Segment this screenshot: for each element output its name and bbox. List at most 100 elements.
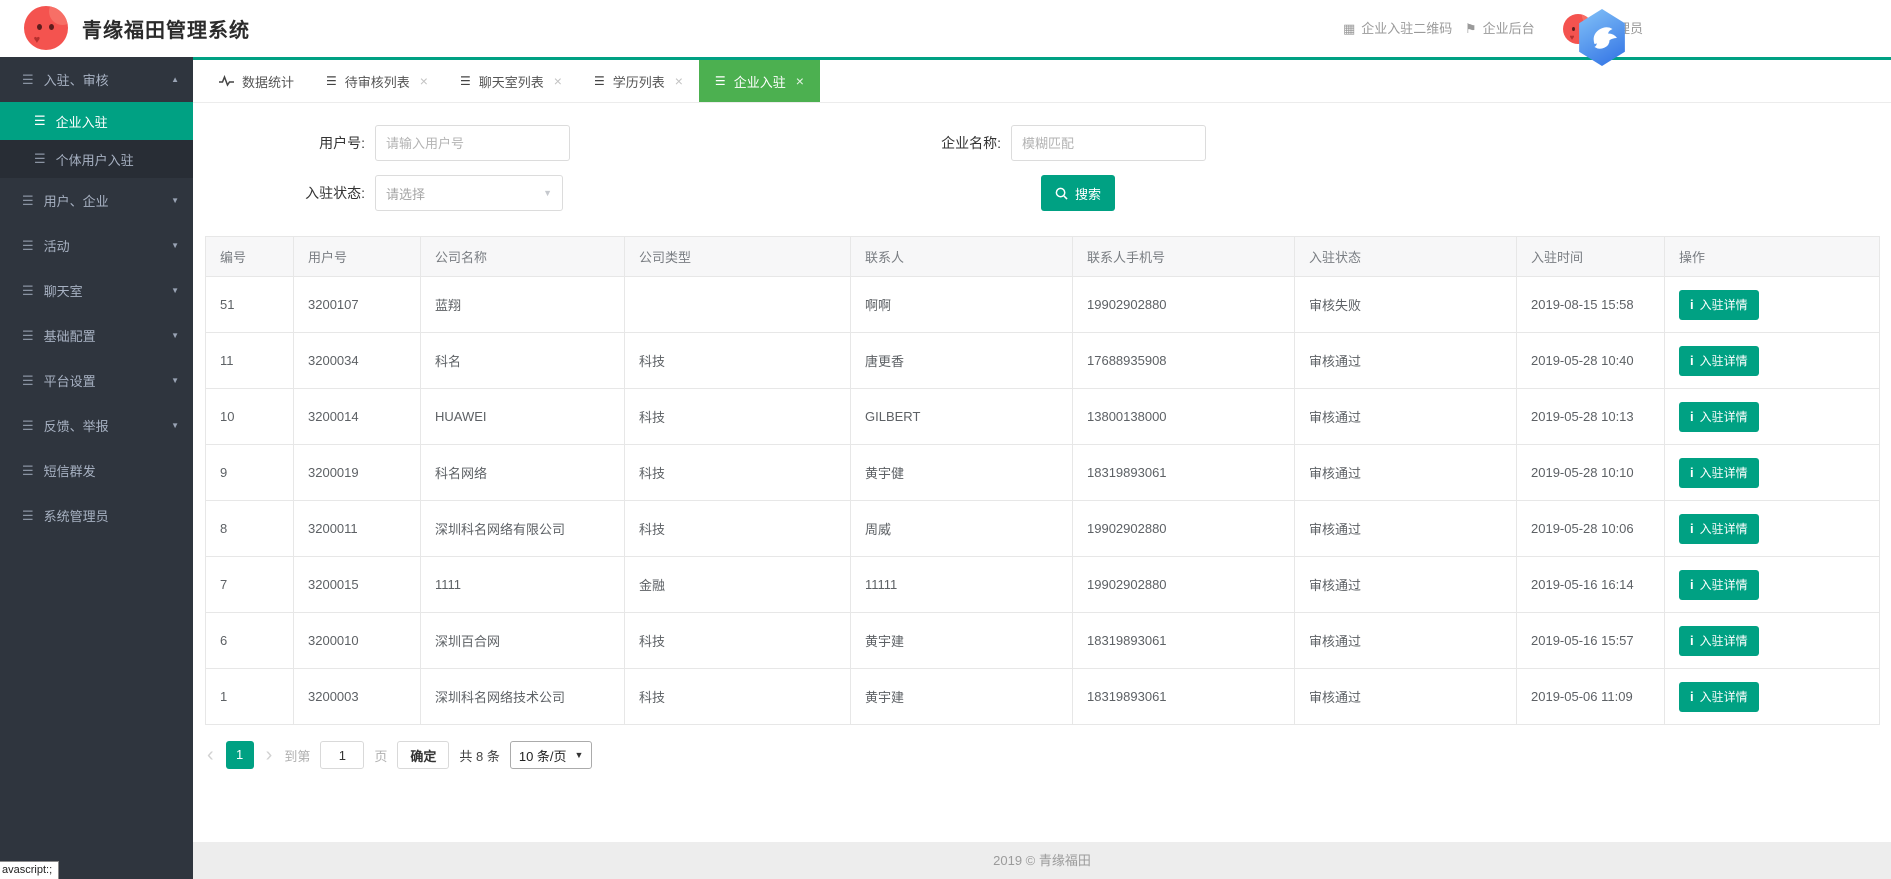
table-cell: 11 [205, 332, 294, 389]
table-cell: 3200014 [293, 388, 421, 445]
tab[interactable]: ☰ 待审核列表 × [310, 60, 444, 102]
sidebar-subitem[interactable]: ☰ 企业入驻 [0, 102, 193, 140]
table-cell: 3200107 [293, 276, 421, 333]
list-icon: ☰ [22, 507, 34, 523]
settle-detail-button[interactable]: i 入驻详情 [1679, 569, 1759, 600]
table-cell-action: i 入驻详情 [1664, 332, 1880, 389]
column-header: 公司名称 [420, 236, 625, 277]
settle-detail-label: 入驻详情 [1699, 690, 1748, 704]
company-name-input[interactable] [1011, 125, 1206, 161]
table-cell: 8 [205, 500, 294, 557]
table-cell: 科技 [624, 388, 851, 445]
sidebar-item[interactable]: ☰ 聊天室 ▼ [0, 268, 193, 313]
info-icon: i [1690, 633, 1694, 648]
table-cell: 科技 [624, 612, 851, 669]
tab[interactable]: 数据统计 [203, 60, 310, 102]
column-header: 公司类型 [624, 236, 851, 277]
table-cell: 2019-05-28 10:13 [1516, 388, 1665, 445]
sidebar-item-label: 入驻、审核 [43, 73, 109, 88]
table-cell: 啊啊 [850, 276, 1073, 333]
table-cell: 18319893061 [1072, 444, 1295, 501]
column-header: 联系人手机号 [1072, 236, 1295, 277]
table-cell: 51 [205, 276, 294, 333]
sidebar-item-label: 聊天室 [43, 284, 83, 299]
table-cell: 18319893061 [1072, 612, 1295, 669]
sidebar-item[interactable]: ☰ 活动 ▼ [0, 223, 193, 268]
flag-icon: ⚑ [1465, 21, 1477, 36]
table-cell: 9 [205, 444, 294, 501]
table-cell: 黄宇健 [850, 444, 1073, 501]
settle-status-label: 入驻状态: [305, 185, 365, 201]
sidebar-item[interactable]: ☰ 基础配置 ▼ [0, 313, 193, 358]
sidebar-item[interactable]: ☰ 入驻、审核 ▲ [0, 57, 193, 102]
column-header: 入驻状态 [1294, 236, 1517, 277]
table-row: 11 3200034 科名 科技 唐更香 17688935908 审核通过 2019-05-2… [205, 332, 1880, 389]
settle-detail-label: 入驻详情 [1699, 578, 1748, 592]
sidebar-item-label: 基础配置 [43, 329, 96, 344]
page-size-select[interactable]: 10 条/页 ▼ [509, 741, 593, 769]
table-cell-action: i 入驻详情 [1664, 276, 1880, 333]
table-cell: 审核通过 [1294, 444, 1517, 501]
settle-detail-label: 入驻详情 [1699, 354, 1748, 368]
sidebar-item-label: 用户、企业 [43, 194, 109, 209]
table-cell: 审核失败 [1294, 276, 1517, 333]
sidebar-item[interactable]: ☰ 短信群发 [0, 448, 193, 493]
sidebar-item-label: 活动 [43, 239, 70, 254]
next-page-button[interactable]: › [264, 742, 275, 768]
sidebar-item[interactable]: ☰ 平台设置 ▼ [0, 358, 193, 403]
table-cell: 10 [205, 388, 294, 445]
sidebar-item[interactable]: ☰ 反馈、举报 ▼ [0, 403, 193, 448]
close-icon[interactable]: × [675, 73, 683, 89]
enterprise-qrcode-link[interactable]: ▦ 企业入驻二维码 [1343, 0, 1452, 57]
table-cell: 3200034 [293, 332, 421, 389]
close-icon[interactable]: × [554, 73, 562, 89]
table-cell: 3200010 [293, 612, 421, 669]
prev-page-button[interactable]: ‹ [205, 742, 216, 768]
table-cell: 审核通过 [1294, 556, 1517, 613]
enterprise-backend-link[interactable]: ⚑ 企业后台 [1465, 0, 1535, 57]
sidebar-item[interactable]: ☰ 系统管理员 [0, 493, 193, 538]
list-icon: ☰ [22, 71, 34, 87]
table-cell: 审核通过 [1294, 388, 1517, 445]
settle-detail-button[interactable]: i 入驻详情 [1679, 625, 1759, 656]
sidebar-subitem[interactable]: ☰ 个体用户入驻 [0, 140, 193, 178]
sidebar-subitem-label: 个体用户入驻 [55, 152, 134, 168]
goto-suffix-label: 页 [374, 748, 388, 764]
sidebar-item[interactable]: ☰ 用户、企业 ▼ [0, 178, 193, 223]
table-cell: HUAWEI [420, 388, 625, 445]
table-cell-action: i 入驻详情 [1664, 388, 1880, 445]
close-icon[interactable]: × [796, 73, 804, 89]
tab[interactable]: ☰ 企业入驻 × [698, 60, 820, 102]
settle-detail-button[interactable]: i 入驻详情 [1679, 401, 1759, 432]
page-1-button[interactable]: 1 [225, 741, 254, 769]
settle-detail-button[interactable]: i 入驻详情 [1679, 345, 1759, 376]
settle-detail-label: 入驻详情 [1699, 634, 1748, 648]
table-cell: 金融 [624, 556, 851, 613]
table-cell: 2019-08-15 15:58 [1516, 276, 1665, 333]
pagination: ‹ 1 › 到第 页 确定 共 8 条 10 条/页 ▼ [205, 741, 1879, 769]
settle-status-select[interactable]: 请选择 ▼ [375, 175, 563, 211]
user-no-input[interactable] [375, 125, 570, 161]
settle-detail-button[interactable]: i 入驻详情 [1679, 513, 1759, 544]
main-content: 数据统计 ☰ 待审核列表 × ☰ 聊天室列表 × ☰ 学历列表 × ☰ 企业入驻 × 用户号: 企业名称… [193, 57, 1891, 879]
table-cell: 科技 [624, 332, 851, 389]
close-icon[interactable]: × [420, 73, 428, 89]
table-cell: 2019-05-16 15:57 [1516, 612, 1665, 669]
activity-icon [219, 75, 234, 87]
list-icon: ☰ [22, 372, 34, 388]
goto-confirm-button[interactable]: 确定 [397, 741, 450, 769]
chevron-down-icon: ▼ [171, 241, 179, 250]
chevron-down-icon: ▼ [171, 421, 179, 430]
column-header: 操作 [1664, 236, 1880, 277]
chevron-down-icon: ▼ [543, 188, 552, 198]
tab[interactable]: ☰ 学历列表 × [578, 60, 699, 102]
settle-detail-label: 入驻详情 [1699, 298, 1748, 312]
tab[interactable]: ☰ 聊天室列表 × [444, 60, 578, 102]
chevron-down-icon: ▼ [171, 286, 179, 295]
list-icon: ☰ [22, 192, 34, 208]
settle-detail-button[interactable]: i 入驻详情 [1679, 289, 1759, 320]
settle-detail-button[interactable]: i 入驻详情 [1679, 681, 1759, 712]
search-button[interactable]: 搜索 [1041, 175, 1116, 211]
goto-page-input[interactable] [320, 741, 365, 769]
settle-detail-button[interactable]: i 入驻详情 [1679, 457, 1759, 488]
